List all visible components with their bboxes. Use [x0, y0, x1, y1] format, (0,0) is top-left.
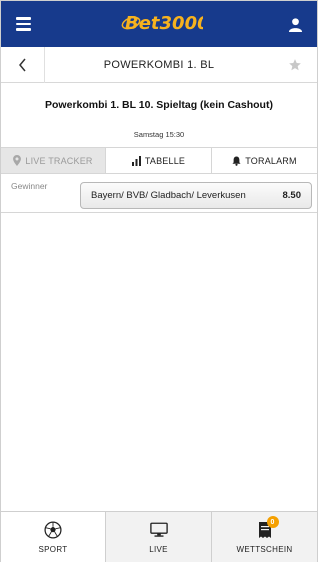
- page-navbar: POWERKOMBI 1. BL: [1, 47, 317, 83]
- market-label: Gewinner: [11, 181, 48, 191]
- tab-tabelle-label: TABELLE: [144, 155, 186, 166]
- event-header: Powerkombi 1. BL 10. Spieltag (kein Cash…: [1, 83, 317, 147]
- bet-slip-count-badge: 0: [266, 516, 279, 528]
- bottom-nav-wettschein[interactable]: 0 WETTSCHEIN: [212, 512, 317, 562]
- odds-value: 8.50: [282, 190, 302, 201]
- bottom-nav-sport[interactable]: SPORT: [1, 512, 106, 562]
- app-frame: Bet3000 POWERKOMBI 1. BL Powerkombi 1. B…: [0, 0, 318, 562]
- back-button[interactable]: [1, 47, 45, 83]
- page-title: POWERKOMBI 1. BL: [103, 59, 215, 71]
- event-title: Powerkombi 1. BL 10. Spieltag (kein Cash…: [45, 99, 273, 111]
- tv-monitor-icon: [149, 522, 168, 537]
- market-row: Gewinner Bayern/ BVB/ Gladbach/ Leverkus…: [1, 175, 317, 213]
- bottom-nav-live-label: LIVE: [149, 545, 168, 554]
- star-icon: [289, 59, 301, 71]
- bottom-nav-wettschein-label: WETTSCHEIN: [236, 545, 293, 554]
- user-icon[interactable]: [273, 1, 317, 47]
- soccer-ball-icon: [44, 521, 62, 539]
- bet3000-logo[interactable]: Bet3000: [119, 7, 203, 37]
- tab-toralarm-label: TORALARM: [245, 155, 297, 166]
- odds-button[interactable]: Bayern/ BVB/ Gladbach/ Leverkusen 8.50: [80, 182, 312, 209]
- tab-live-tracker-label: LIVE TRACKER: [25, 155, 93, 166]
- bottom-nav-sport-label: SPORT: [38, 545, 68, 554]
- tab-tabelle[interactable]: TABELLE: [106, 148, 212, 173]
- favorite-button[interactable]: [273, 47, 317, 83]
- bottom-navigation: SPORT LIVE 0 WETTSCHEIN: [1, 511, 317, 562]
- location-pin-icon: [13, 155, 22, 166]
- tab-toralarm[interactable]: TORALARM: [212, 148, 317, 173]
- app-header: Bet3000: [1, 1, 317, 47]
- hamburger-menu-icon[interactable]: [1, 1, 45, 47]
- chevron-left-icon: [18, 58, 26, 72]
- bar-chart-icon: [131, 155, 141, 166]
- svg-text:Bet3000: Bet3000: [125, 13, 203, 34]
- bottom-nav-live[interactable]: LIVE: [106, 512, 212, 562]
- tab-live-tracker[interactable]: LIVE TRACKER: [1, 148, 106, 173]
- event-date: Samstag 15:30: [133, 130, 185, 139]
- event-tabs: LIVE TRACKER TABELLE TORALARM: [1, 147, 317, 174]
- selection-name: Bayern/ BVB/ Gladbach/ Leverkusen: [91, 190, 246, 201]
- bell-icon: [232, 156, 241, 166]
